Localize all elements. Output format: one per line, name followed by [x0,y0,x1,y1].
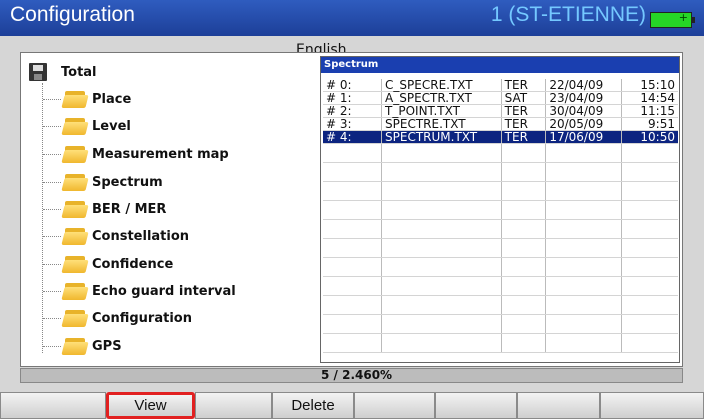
main-panel: Total Place Level Measurement map Spectr… [20,52,683,367]
row-date: 17/06/09 [545,130,623,144]
tree-item-place[interactable]: Place [43,86,131,112]
category-tree: Total Place Level Measurement map Spectr… [21,53,317,366]
row-file: SPECTRE.TXT [381,117,502,131]
tree-item-constellation[interactable]: Constellation [43,223,189,249]
row-time: 10:50 [621,130,678,144]
folder-icon [61,337,89,355]
row-file: T_POINT.TXT [381,104,502,118]
row-time: 9:51 [621,117,678,131]
row-type: TER [501,79,547,92]
battery-full-icon: + [650,11,695,28]
file-table: # 0: C_SPECRE.TXT TER 22/04/09 15:10 # 1… [323,79,678,353]
folder-icon [61,145,89,163]
tree-item-label: Constellation [92,228,190,244]
tree-item-ber-mer[interactable]: BER / MER [43,196,166,222]
tree-item-gps[interactable]: GPS [43,333,122,359]
softkey-blank-3[interactable] [354,392,435,419]
tree-item-label: Level [92,118,131,134]
title-bar: Configuration 1 (ST-ETIENNE) + [0,0,704,36]
tree-item-label: Echo guard interval [92,283,236,299]
tree-item-spectrum[interactable]: Spectrum [43,169,163,195]
folder-icon [61,173,89,191]
row-index: # 4: [323,130,383,144]
window-title: Configuration [10,3,135,26]
tree-item-label: Place [92,91,132,107]
row-time: 15:10 [621,79,678,92]
folder-icon [61,255,89,273]
table-row-empty [323,238,678,258]
folder-icon [61,227,89,245]
row-file: C_SPECRE.TXT [381,79,502,92]
softkey-blank-5[interactable] [517,392,600,419]
table-row[interactable]: # 1: A_SPECTR.TXT SAT 23/04/09 14:54 [323,91,678,105]
file-list: Spectrum # 0: C_SPECRE.TXT TER 22/04/09 … [320,56,680,363]
file-list-header: Spectrum [321,57,679,73]
tree-item-label: BER / MER [92,201,167,217]
folder-icon [61,309,89,327]
table-row-empty [323,276,678,296]
softkey-blank-2[interactable] [195,392,272,419]
softkey-bar: View Delete [0,392,704,419]
tree-item-confidence[interactable]: Confidence [43,251,173,277]
row-index: # 0: [323,79,383,92]
row-date: 22/04/09 [545,79,623,92]
row-time: 11:15 [621,104,678,118]
language-label-partial: English [296,42,347,52]
tree-item-configuration[interactable]: Configuration [43,305,192,331]
tree-item-measurement-map[interactable]: Measurement map [43,141,229,167]
row-index: # 1: [323,91,383,105]
softkey-blank-6[interactable] [600,392,704,419]
table-row[interactable]: # 2: T_POINT.TXT TER 30/04/09 11:15 [323,104,678,118]
row-date: 20/05/09 [545,117,623,131]
table-row-empty [323,200,678,220]
delete-button[interactable]: Delete [272,392,354,419]
row-date: 30/04/09 [545,104,623,118]
folder-icon [61,117,89,135]
table-row-empty [323,162,678,182]
row-type: TER [501,117,547,131]
table-row-empty [323,333,678,353]
tree-root-label: Total [61,64,97,80]
softkey-blank-1[interactable] [0,392,106,419]
tree-item-label: GPS [92,338,122,354]
row-index: # 3: [323,117,383,131]
folder-icon [61,282,89,300]
row-index: # 2: [323,104,383,118]
tree-item-level[interactable]: Level [43,113,131,139]
folder-icon [61,90,89,108]
table-row-empty [323,257,678,277]
table-row-empty [323,295,678,315]
table-row-empty [323,219,678,239]
row-type: TER [501,130,547,144]
floppy-disk-icon [29,63,47,81]
status-text: 5 / 2.460% [321,368,393,382]
row-file: A_SPECTR.TXT [381,91,502,105]
table-row-empty [323,314,678,334]
tree-item-label: Confidence [92,256,174,272]
tree-item-label: Spectrum [92,174,163,190]
row-type: TER [501,104,547,118]
row-file: SPECTRUM.TXT [381,130,502,144]
row-type: SAT [501,91,547,105]
softkey-blank-4[interactable] [435,392,517,419]
tree-item-label: Measurement map [92,146,229,162]
table-row-selected[interactable]: # 4: SPECTRUM.TXT TER 17/06/09 10:50 [323,130,678,144]
row-time: 14:54 [621,91,678,105]
table-row-empty [323,143,678,163]
folder-icon [61,200,89,218]
tree-root-total[interactable]: Total [29,62,97,82]
site-indicator: 1 (ST-ETIENNE) [490,3,646,26]
tree-item-echo-guard-interval[interactable]: Echo guard interval [43,278,236,304]
table-row[interactable]: # 3: SPECTRE.TXT TER 20/05/09 9:51 [323,117,678,131]
tree-item-label: Configuration [92,310,192,326]
table-row-empty [323,181,678,201]
view-button[interactable]: View [106,392,195,419]
status-bar: 5 / 2.460% [20,368,683,383]
table-row[interactable]: # 0: C_SPECRE.TXT TER 22/04/09 15:10 [323,79,678,92]
row-date: 23/04/09 [545,91,623,105]
